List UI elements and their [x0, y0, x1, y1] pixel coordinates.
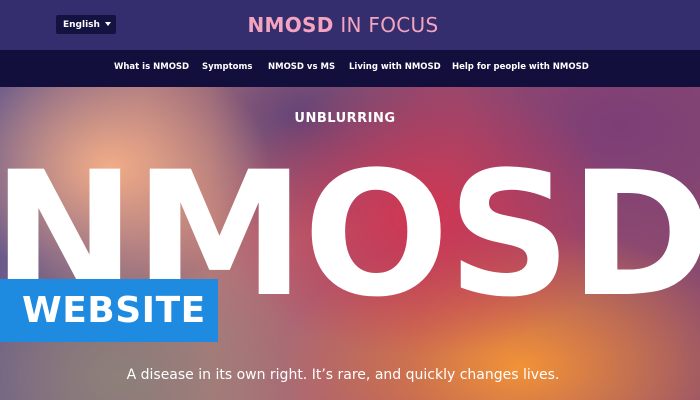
nav-item-what-is-nmosd[interactable]: What is NMOSD: [114, 62, 189, 72]
nav-item-help[interactable]: Help for people with NMOSD: [452, 62, 589, 72]
logo-text-in-focus: IN FOCUS: [333, 13, 439, 37]
nav-item-nmosd-vs-ms[interactable]: NMOSD vs MS: [268, 62, 335, 72]
site-logo[interactable]: NMOSD IN FOCUS: [0, 13, 686, 37]
main-nav: What is NMOSD Symptoms NMOSD vs MS Livin…: [0, 50, 700, 87]
hero-subtitle: A disease in its own right. It’s rare, a…: [126, 367, 560, 383]
logo-text-nmosd: NMOSD: [247, 13, 334, 37]
hero-kicker: UNBLURRING: [294, 111, 396, 126]
hero-section: UNBLURRING NMOSD A disease in its own ri…: [0, 87, 700, 400]
top-header: English NMOSD IN FOCUS: [0, 0, 700, 50]
website-badge: WEBSITE: [0, 279, 218, 342]
nav-item-living-with-nmosd[interactable]: Living with NMOSD: [349, 62, 441, 72]
nav-item-symptoms[interactable]: Symptoms: [202, 62, 252, 72]
